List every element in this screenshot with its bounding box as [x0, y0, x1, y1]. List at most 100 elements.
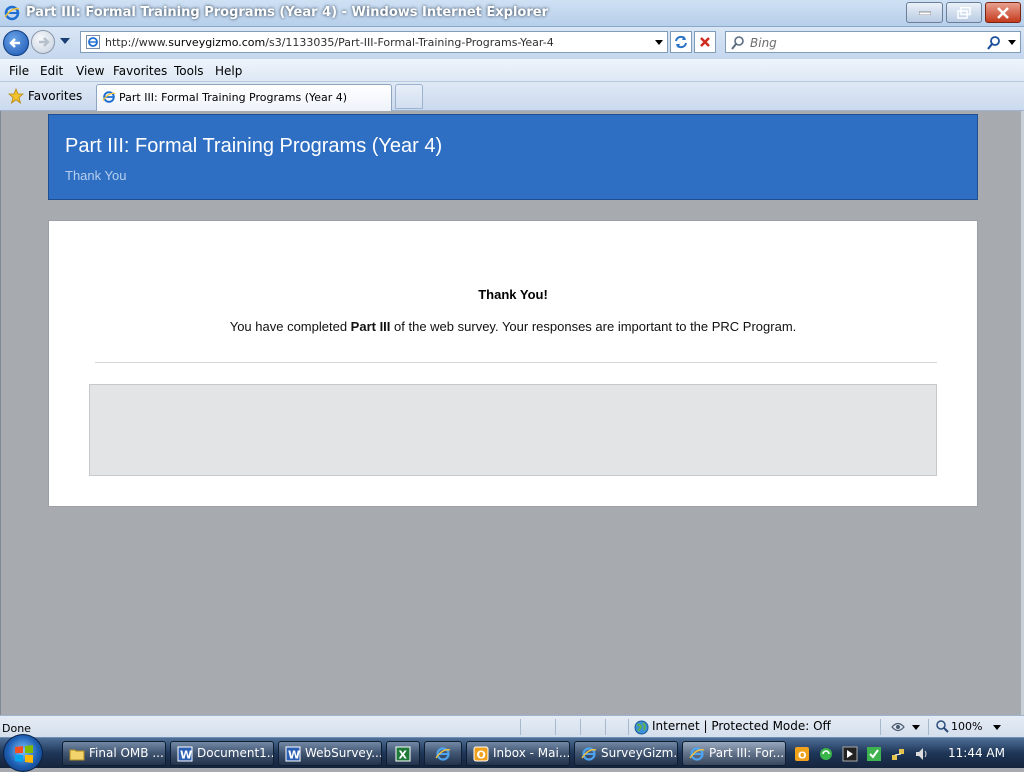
windows-logo-icon: [15, 745, 33, 763]
taskbar-item-document1[interactable]: W Document1...: [170, 741, 274, 766]
tab-current[interactable]: Part III: Formal Training Programs (Year…: [96, 84, 392, 111]
address-dropdown-icon[interactable]: [655, 40, 663, 45]
outlook-tray-icon[interactable]: O: [794, 746, 810, 762]
zoom-icon: [936, 720, 949, 733]
ie-icon: [435, 747, 451, 761]
media-tray-icon[interactable]: [842, 746, 858, 762]
navigation-bar: http://www.surveygizmo.com/s3/1133035/Pa…: [0, 27, 1024, 59]
svg-text:X: X: [399, 749, 408, 762]
ie-tab-icon: [102, 91, 116, 103]
close-button[interactable]: [985, 2, 1021, 23]
taskbar-item-label: WebSurvey...: [305, 746, 382, 760]
window-titlebar: Part III: Formal Training Programs (Year…: [0, 0, 1024, 27]
recent-pages-dropdown[interactable]: [60, 38, 70, 44]
status-separator: [628, 719, 629, 735]
taskbar-item-label: Document1...: [197, 746, 274, 760]
taskbar-item-websurvey[interactable]: W WebSurvey...: [278, 741, 382, 766]
survey-content-card: Thank You! You have completed Part III o…: [48, 220, 978, 507]
page-viewport: Part III: Formal Training Programs (Year…: [0, 111, 1024, 715]
tab-label: Part III: Formal Training Programs (Year…: [119, 91, 348, 104]
taskbar-item-excel[interactable]: X: [386, 741, 420, 766]
forward-button[interactable]: [31, 30, 55, 54]
status-bar: Done Internet | Protected Mode: Off 100%: [0, 715, 1024, 737]
status-separator: [880, 719, 881, 735]
window-title: Part III: Formal Training Programs (Year…: [26, 5, 549, 20]
taskbar-item-part-iii[interactable]: Part III: For...: [682, 741, 786, 766]
thanks-heading: Thank You!: [478, 287, 548, 302]
footer-panel: [89, 384, 937, 476]
clock[interactable]: 11:44 AM: [948, 746, 1005, 760]
windows-taskbar: Final OMB ... W Document1... W WebSurvey…: [0, 734, 1024, 772]
menu-bar: File Edit View Favorites Tools Help: [0, 59, 1024, 82]
refresh-button[interactable]: [670, 31, 692, 53]
forward-arrow-icon: [39, 37, 50, 47]
address-bar[interactable]: http://www.surveygizmo.com/s3/1133035/Pa…: [80, 31, 668, 53]
security-zone[interactable]: Internet | Protected Mode: Off: [634, 719, 831, 735]
back-button[interactable]: [3, 30, 29, 56]
stop-icon: [700, 37, 710, 47]
bing-search-icon: [731, 36, 744, 50]
zoom-dropdown-icon[interactable]: [993, 725, 1001, 730]
status-separator: [580, 719, 581, 735]
taskbar-item-inbox[interactable]: O Inbox - Mai...: [466, 741, 570, 766]
menu-favorites[interactable]: Favorites: [113, 64, 167, 78]
svg-text:W: W: [288, 749, 300, 762]
status-separator: [928, 719, 929, 735]
svg-text:O: O: [798, 751, 807, 762]
security-zone-label: Internet | Protected Mode: Off: [652, 719, 831, 733]
start-button[interactable]: [3, 734, 43, 772]
search-box[interactable]: Bing: [725, 31, 1021, 53]
status-separator: [605, 719, 606, 735]
outlook-icon: O: [473, 746, 489, 762]
menu-edit[interactable]: Edit: [40, 64, 63, 78]
survey-title: Part III: Formal Training Programs (Year…: [65, 135, 443, 157]
ie-icon: [4, 5, 20, 21]
favorites-button[interactable]: Favorites: [4, 86, 90, 107]
search-input[interactable]: Bing: [750, 36, 777, 50]
taskbar-item-ie[interactable]: [424, 741, 462, 766]
search-dropdown-icon[interactable]: [1008, 40, 1016, 45]
survey-header-banner: Part III: Formal Training Programs (Year…: [48, 114, 978, 200]
restore-icon: [957, 6, 971, 19]
search-go-icon[interactable]: [986, 35, 1002, 51]
taskbar-item-label: Part III: For...: [709, 746, 785, 760]
minimize-button[interactable]: [906, 2, 943, 23]
sync-tray-icon[interactable]: [818, 746, 834, 762]
stop-button[interactable]: [694, 31, 716, 53]
taskbar-item-label: SurveyGizm...: [601, 746, 678, 760]
network-tray-icon[interactable]: [890, 746, 906, 762]
globe-icon: [634, 720, 649, 735]
zoom-control[interactable]: 100%: [936, 720, 982, 733]
system-tray: O 11:44 AM: [790, 741, 1024, 766]
popup-blocker-icon[interactable]: [890, 720, 906, 734]
ie-icon: [689, 747, 705, 761]
star-icon: [8, 88, 24, 104]
url-text[interactable]: http://www.surveygizmo.com/s3/1133035/Pa…: [105, 36, 554, 49]
favorites-label: Favorites: [28, 89, 83, 103]
menu-tools[interactable]: Tools: [174, 64, 204, 78]
status-text: Done: [2, 722, 31, 735]
volume-tray-icon[interactable]: [914, 746, 930, 762]
close-icon: [997, 6, 1009, 19]
taskbar-item-label: Inbox - Mai...: [493, 746, 570, 760]
word-icon: W: [177, 746, 193, 762]
word-icon: W: [285, 746, 301, 762]
page-icon: [86, 35, 100, 49]
excel-icon: X: [395, 746, 411, 762]
popup-dropdown-icon[interactable]: [912, 725, 920, 730]
refresh-icon: [675, 35, 687, 49]
zoom-level: 100%: [951, 720, 983, 733]
taskbar-item-surveygizmo[interactable]: SurveyGizm...: [574, 741, 678, 766]
taskbar-item-label: Final OMB ...: [89, 746, 164, 760]
menu-help[interactable]: Help: [215, 64, 242, 78]
restore-button[interactable]: [946, 2, 982, 23]
status-separator: [520, 719, 521, 735]
folder-icon: [69, 749, 85, 761]
taskbar-item-final-omb[interactable]: Final OMB ...: [62, 741, 166, 766]
new-tab-button[interactable]: [395, 84, 423, 109]
menu-view[interactable]: View: [76, 64, 104, 78]
menu-file[interactable]: File: [9, 64, 29, 78]
checkmark-tray-icon[interactable]: [866, 746, 882, 762]
divider: [95, 362, 937, 363]
ie-icon: [581, 747, 597, 761]
